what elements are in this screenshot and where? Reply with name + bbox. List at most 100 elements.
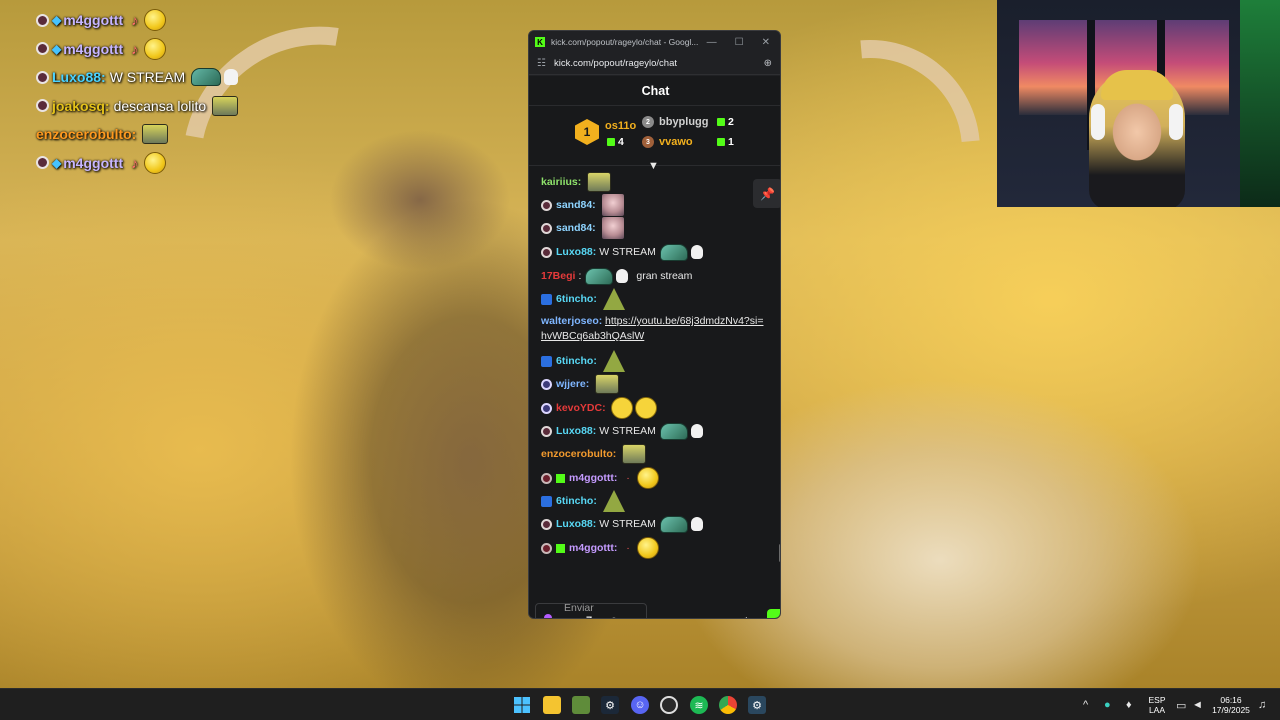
- user-badge-icon: [541, 495, 552, 507]
- app-green-icon[interactable]: [572, 696, 590, 714]
- user-badge-icon: [541, 518, 552, 530]
- chat-username[interactable]: Luxo88:: [556, 425, 596, 437]
- gem-icon: ◆: [52, 155, 62, 170]
- discord-icon[interactable]: ☺: [631, 696, 649, 714]
- note-icon: ♪: [131, 40, 139, 57]
- clock[interactable]: 06:16 17/9/2025: [1208, 695, 1254, 715]
- user-badge-icon: [541, 293, 552, 305]
- chrome-icon[interactable]: [719, 696, 737, 714]
- note-icon: ♪: [131, 12, 139, 29]
- chat-message-input[interactable]: Enviar un mensaje 7 ☻: [535, 602, 647, 618]
- chat-message: m4ggottt: ·: [541, 537, 766, 559]
- leaderboard-second-name[interactable]: bbyplugg: [659, 116, 709, 128]
- chat-username[interactable]: kevoYDC:: [556, 402, 606, 414]
- gift-leaderboard: 1 os11o 4 2 bbyplugg 2 3 vvawo 1 ▼: [529, 106, 780, 172]
- chat-username[interactable]: Luxo88:: [556, 518, 596, 530]
- chat-message-list[interactable]: 📌 kairiius: sand84: sand84: Luxo88: W ST…: [529, 169, 780, 611]
- gifter-badge-icon: [556, 473, 565, 483]
- gift-icon: [607, 138, 615, 146]
- seven-tv-emote-icon[interactable]: 7: [586, 615, 592, 618]
- minimize-button[interactable]: —: [707, 37, 717, 48]
- store-icon[interactable]: ⌂: [711, 615, 718, 618]
- chat-username[interactable]: sand84:: [556, 199, 596, 211]
- chat-panel: Chat 1 os11o 4 2 bbyplugg 2 3 vvawo 1 ▼ …: [529, 76, 780, 618]
- spotify-icon[interactable]: ≋: [690, 696, 708, 714]
- chat-username[interactable]: 6tincho:: [556, 355, 597, 367]
- emote-avatar-icon: [601, 194, 624, 216]
- user-badge-icon: [541, 378, 552, 390]
- settings-gear-icon[interactable]: ⚙: [741, 615, 752, 618]
- infinity-icon[interactable]: ∞: [677, 615, 686, 618]
- file-explorer-icon[interactable]: [543, 696, 561, 714]
- leaderboard-third-name[interactable]: vvawo: [659, 136, 693, 148]
- overlay-message: W STREAM: [109, 69, 186, 86]
- chat-link[interactable]: https://youtu.be/68j3dmdzNv4?si=hvWBCq6a…: [541, 314, 766, 344]
- user-badge-icon: [541, 402, 552, 414]
- chat-message: sand84:: [541, 194, 766, 216]
- chat-username[interactable]: 6tincho:: [556, 495, 597, 507]
- volume-icon[interactable]: ◄: [1192, 699, 1203, 711]
- emote-avatar-icon: [601, 217, 624, 239]
- chat-message: walterjoseo: https://youtu.be/68j3dmdzNv…: [541, 314, 766, 344]
- leaderboard-second-count-value: 2: [728, 116, 734, 128]
- chat-message: m4ggottt: ·: [541, 467, 766, 489]
- chat-message: Luxo88: W STREAM: [541, 420, 766, 442]
- user-badge-icon: [36, 13, 49, 27]
- microphone-icon[interactable]: [544, 614, 552, 618]
- language-code: ESP: [1148, 695, 1166, 705]
- windows-taskbar: ⚙ ☺ ≋ ⚙ ^ ● ♦ ESP LAA ▭ ◄ 06:16 17/9/202…: [0, 688, 1280, 720]
- emote-gnome-icon: [602, 288, 625, 310]
- chat-username[interactable]: wjjere:: [556, 378, 589, 390]
- chat-username[interactable]: kairiius:: [541, 176, 581, 188]
- emoji-icon[interactable]: ☻: [608, 615, 620, 618]
- chat-username[interactable]: 6tincho:: [556, 293, 597, 305]
- kick-points-icon[interactable]: ●●: [661, 615, 676, 618]
- chat-username[interactable]: m4ggottt:: [569, 472, 617, 484]
- clock-date: 17/9/2025: [1212, 705, 1250, 715]
- steam-icon[interactable]: ⚙: [601, 696, 619, 714]
- site-settings-icon[interactable]: ☷: [537, 58, 546, 69]
- chat-message: 6tincho:: [541, 288, 766, 310]
- user-badge-icon: [541, 472, 552, 484]
- note-icon: ·: [626, 472, 630, 484]
- network-icon[interactable]: ▭: [1176, 699, 1186, 712]
- chat-username[interactable]: 17Begi: [541, 270, 575, 282]
- address-bar[interactable]: ☷ kick.com/popout/rageylo/chat ⊕: [529, 53, 780, 75]
- leaderboard-first-count: 4: [607, 136, 624, 148]
- chat-username[interactable]: sand84:: [556, 222, 596, 234]
- chat-message: 6tincho:: [541, 350, 766, 372]
- windows-start-icon[interactable]: [513, 696, 531, 714]
- emote-face-icon: [636, 467, 659, 489]
- leaderboard-second-count: 2: [717, 116, 734, 128]
- zoom-icon[interactable]: ⊕: [764, 58, 772, 69]
- chat-username[interactable]: m4ggottt:: [569, 542, 617, 554]
- overlay-username: enzocerobulto:: [36, 126, 137, 143]
- chat-scrollbar[interactable]: [779, 544, 780, 562]
- emote-frog-icon: [659, 422, 688, 440]
- user-badge-icon: [541, 355, 552, 367]
- emote-frog-icon: [659, 515, 688, 533]
- maximize-button[interactable]: ☐: [735, 37, 744, 48]
- webcam-headset-left: [1091, 104, 1105, 140]
- overlay-message: descansa lolito: [113, 97, 207, 114]
- emote-square-icon: [212, 95, 239, 116]
- chat-username[interactable]: Luxo88:: [556, 246, 596, 258]
- obs-icon[interactable]: [660, 696, 678, 714]
- send-chat-button[interactable]: C: [767, 609, 780, 618]
- emote-hand-icon: [224, 69, 239, 86]
- language-indicator[interactable]: ESP LAA: [1146, 695, 1168, 715]
- chat-message: 6tincho:: [541, 490, 766, 512]
- leaderboard-first-name[interactable]: os11o: [605, 120, 636, 132]
- overlay-line: ◆ m4ggottt ♪: [36, 35, 336, 64]
- microphone-tray-icon[interactable]: ♦: [1126, 699, 1132, 711]
- steam-alt-icon[interactable]: ⚙: [748, 696, 766, 714]
- close-button[interactable]: ✕: [762, 37, 770, 48]
- tray-app-icon[interactable]: ●: [1104, 699, 1111, 711]
- chevron-up-icon[interactable]: ^: [1083, 699, 1088, 711]
- window-titlebar[interactable]: K kick.com/popout/rageylo/chat - Googl..…: [529, 31, 780, 53]
- notification-bell-icon[interactable]: ♫: [1258, 699, 1266, 711]
- url-text[interactable]: kick.com/popout/rageylo/chat: [554, 58, 677, 69]
- gifter-badge-icon: [556, 543, 565, 553]
- emote-square-icon: [595, 374, 620, 394]
- chat-username[interactable]: enzocerobulto:: [541, 448, 616, 460]
